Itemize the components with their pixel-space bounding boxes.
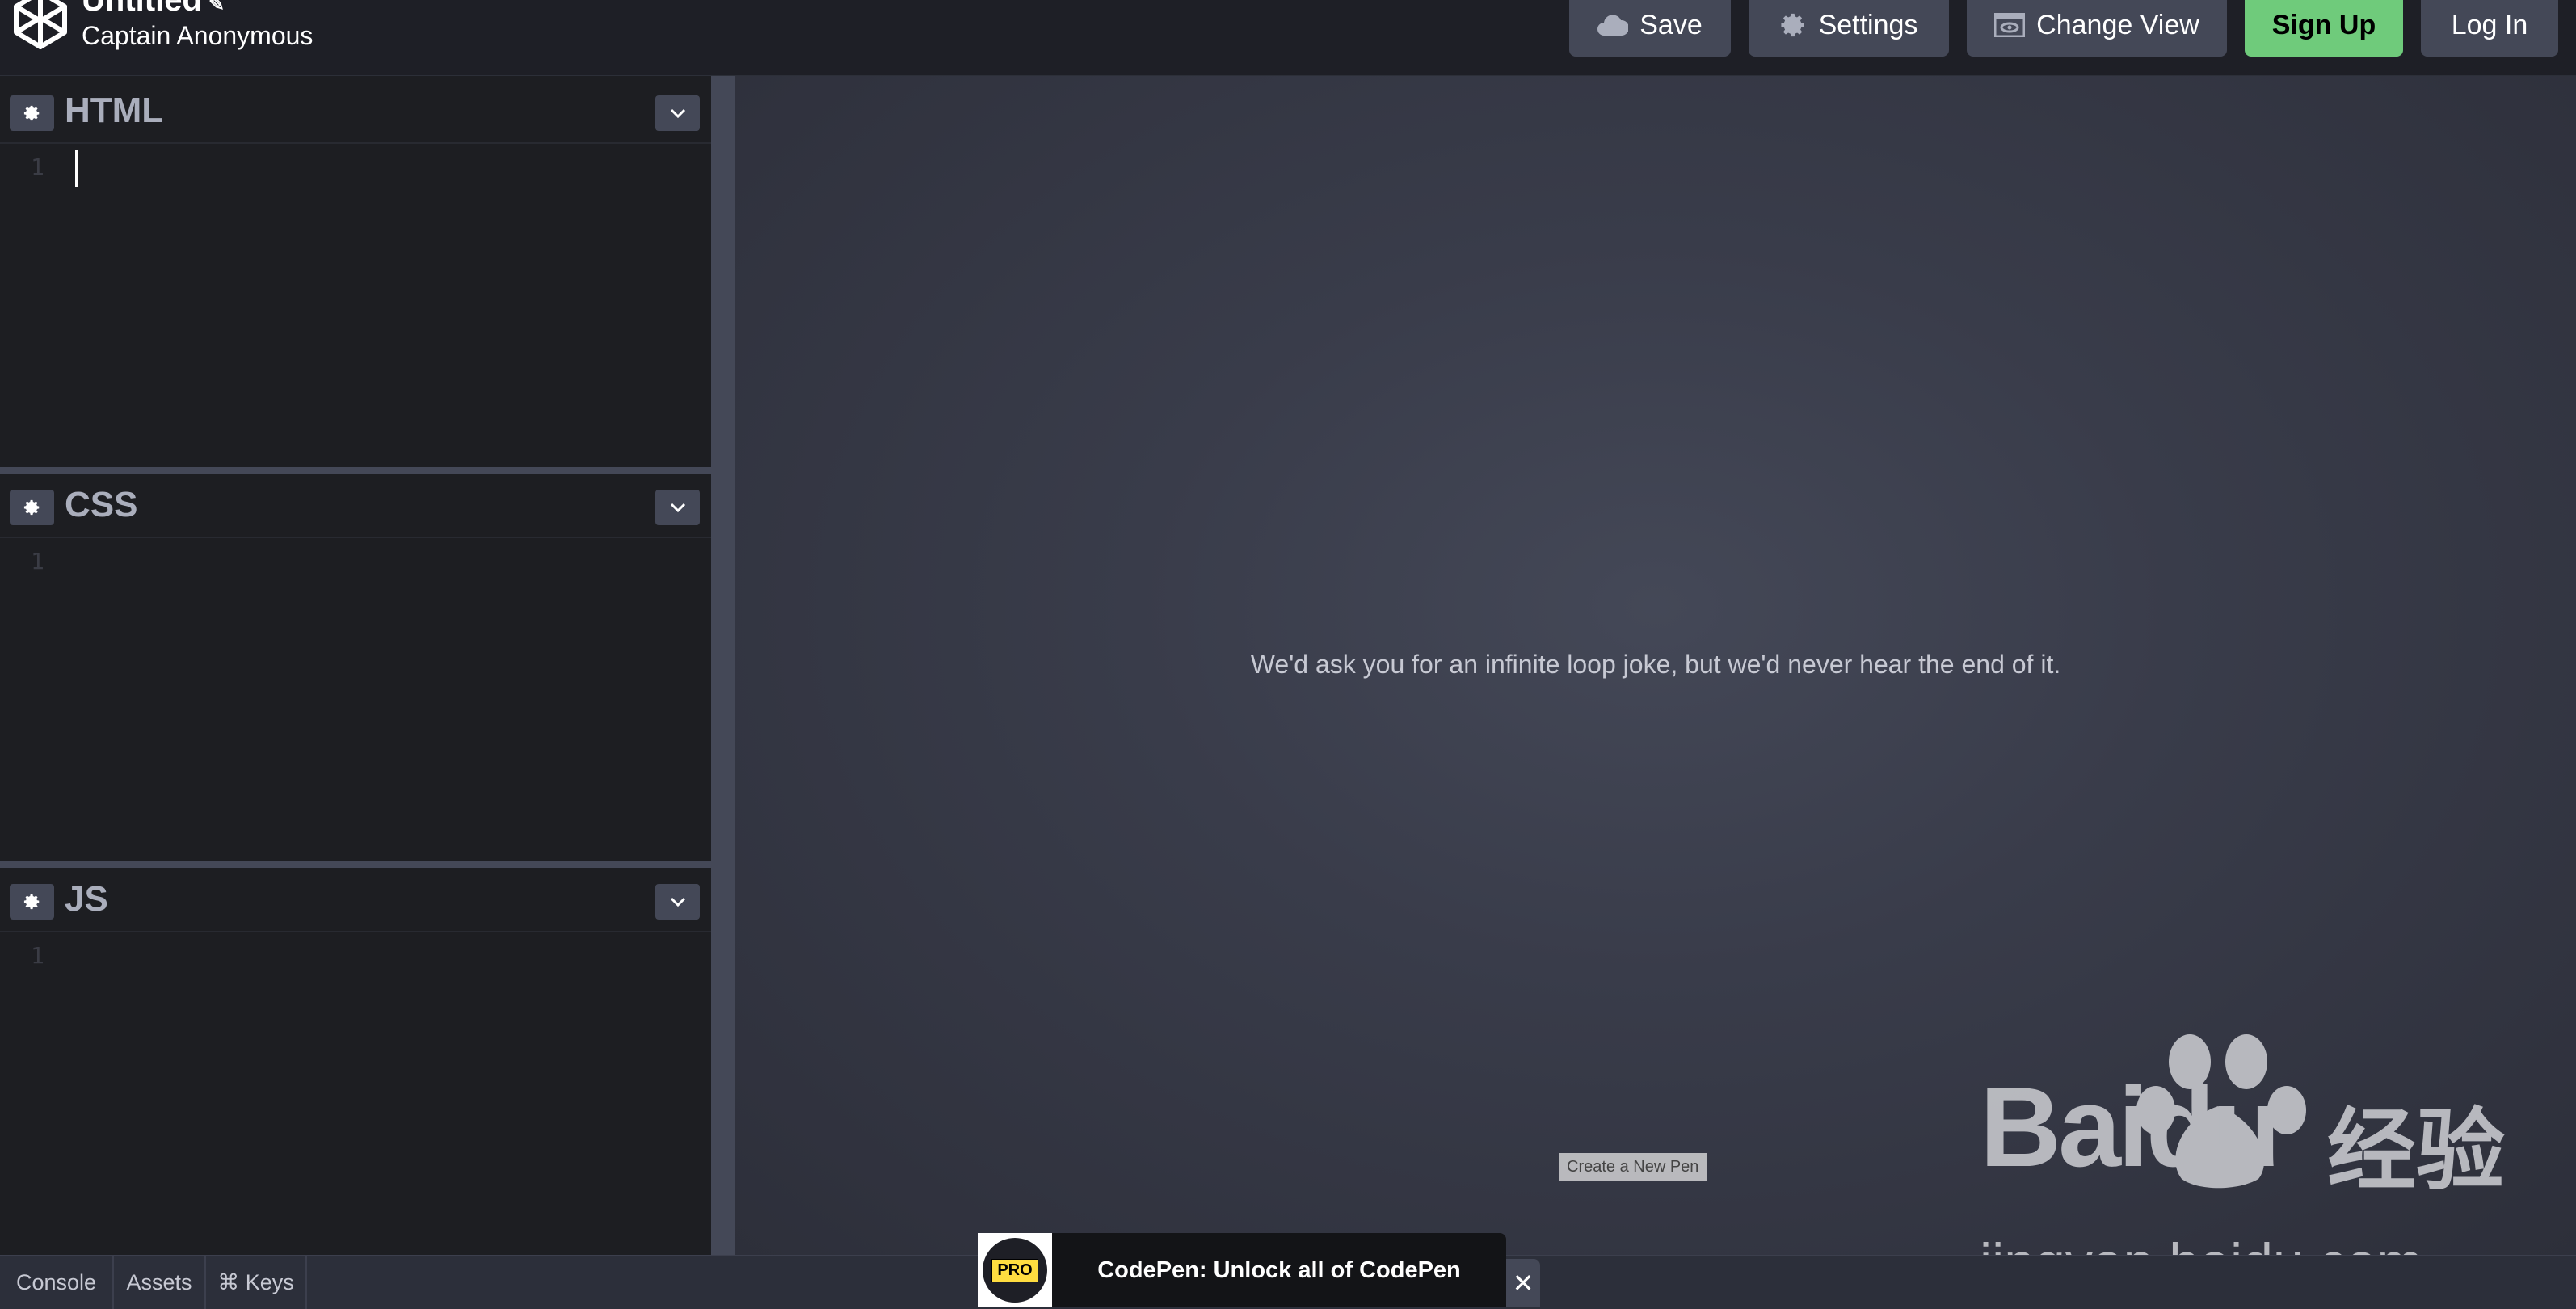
pane-resize-handle[interactable]	[0, 861, 711, 868]
gear-icon	[23, 894, 39, 910]
chevron-down-icon	[670, 108, 685, 119]
pro-logo-circle: PRO	[983, 1238, 1047, 1303]
view-icon	[1994, 13, 2026, 37]
gear-icon	[1780, 13, 1804, 37]
css-pane-header: CSS	[0, 474, 711, 538]
js-pane-header: JS	[0, 868, 711, 932]
pro-promo-banner[interactable]: PRO CodePen: Unlock all of CodePen	[978, 1233, 1506, 1307]
chevron-down-icon	[670, 897, 685, 907]
codepen-logo-icon[interactable]	[13, 0, 68, 50]
top-header: Untitled ✎ Captain Anonymous Save Setting…	[0, 0, 2576, 76]
settings-button[interactable]: Settings	[1749, 0, 1949, 57]
editor-preview-resizer[interactable]	[711, 76, 735, 1255]
pro-logo: PRO	[978, 1233, 1052, 1307]
tooltip: Create a New Pen	[1559, 1153, 1707, 1181]
css-collapse-button[interactable]	[655, 490, 700, 525]
cloud-icon	[1597, 15, 1629, 36]
keys-tab[interactable]: ⌘ Keys	[206, 1256, 307, 1309]
js-settings-button[interactable]	[10, 884, 54, 920]
gear-icon	[23, 499, 39, 516]
promo-text[interactable]: CodePen: Unlock all of CodePen	[1052, 1233, 1506, 1307]
preview-area[interactable]: We'd ask you for an infinite loop joke, …	[735, 76, 2576, 1294]
html-editor-pane: HTML 1	[0, 79, 711, 467]
pane-resize-handle[interactable]	[0, 467, 711, 474]
watermark-brand: Baidu	[1980, 1063, 2281, 1190]
close-icon: ✕	[1512, 1269, 1534, 1298]
sign-up-button[interactable]: Sign Up	[2245, 0, 2403, 57]
js-collapse-button[interactable]	[655, 884, 700, 920]
pro-badge: PRO	[991, 1258, 1038, 1282]
html-code-input[interactable]	[0, 144, 711, 467]
html-pane-header: HTML	[0, 79, 711, 144]
preview-message: We'd ask you for an infinite loop joke, …	[1250, 650, 2061, 679]
editor-column: HTML 1 CSS 1 JS 1	[0, 76, 711, 1255]
assets-tab[interactable]: Assets	[114, 1256, 206, 1309]
js-pane-title: JS	[65, 879, 108, 919]
gear-icon	[23, 105, 39, 121]
html-collapse-button[interactable]	[655, 95, 700, 131]
pencil-icon[interactable]: ✎	[208, 0, 225, 15]
html-pane-title: HTML	[65, 90, 164, 130]
console-tab[interactable]: Console	[0, 1256, 114, 1309]
css-editor-pane: CSS 1	[0, 474, 711, 861]
change-view-button[interactable]: Change View	[1967, 0, 2227, 57]
chevron-down-icon	[670, 503, 685, 513]
author-name: Captain Anonymous	[82, 21, 314, 50]
css-settings-button[interactable]	[10, 490, 54, 525]
css-code-input[interactable]	[0, 538, 711, 861]
js-code-input[interactable]	[0, 932, 711, 1255]
js-editor-pane: JS 1	[0, 868, 711, 1255]
log-in-button[interactable]: Log In	[2421, 0, 2558, 57]
pen-title[interactable]: Untitled ✎	[82, 0, 225, 19]
save-button[interactable]: Save	[1569, 0, 1731, 57]
close-promo-button[interactable]: ✕	[1506, 1259, 1540, 1307]
css-pane-title: CSS	[65, 485, 138, 524]
watermark-cn: 经验	[2327, 1101, 2505, 1201]
html-settings-button[interactable]	[10, 95, 54, 131]
